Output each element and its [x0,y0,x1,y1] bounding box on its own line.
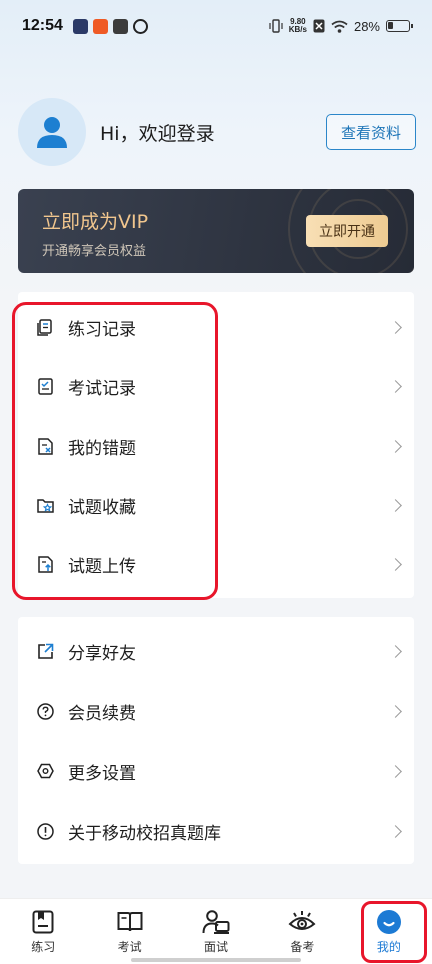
profile-face-icon [375,909,403,935]
chevron-right-icon [389,644,402,658]
battery-icon [386,20,413,32]
wifi-icon [331,20,348,33]
view-profile-button[interactable]: 查看资料 [326,114,416,150]
file-upload-icon [36,555,54,573]
records-menu-card: 练习记录 考试记录 我的错题 试题收藏 试题上传 [18,292,414,598]
exam-checklist-icon [36,377,54,395]
network-speed-unit: KB/s [288,25,307,34]
status-time: 12:54 [22,17,63,34]
menu-item-more-settings[interactable]: 更多设置 [18,743,414,799]
avatar[interactable] [18,98,86,166]
menu-item-about[interactable]: 关于移动校招真题库 [18,803,414,859]
settings-hexagon-icon [36,762,54,780]
settings-menu-card: 分享好友 会员续费 更多设置 关于移动校招真题库 [18,617,414,864]
tab-label: 我的 [376,940,401,954]
tab-exam[interactable]: 考试 [86,899,172,964]
practice-icon [29,909,57,935]
chevron-right-icon [389,704,402,718]
menu-item-question-favorites[interactable]: 试题收藏 [18,477,414,533]
tab-label: 练习 [31,940,56,954]
tab-mine[interactable]: 我的 [346,899,432,964]
menu-item-label: 会员续费 [68,703,136,724]
vibrate-icon [269,19,283,33]
vip-open-button[interactable]: 立即开通 [306,215,388,247]
menu-item-practice-records[interactable]: 练习记录 [18,299,414,355]
chevron-right-icon [389,764,402,778]
share-icon [36,642,54,660]
home-indicator [131,958,301,962]
bottom-tab-bar: 练习 考试 面试 备考 我的 [0,898,432,964]
app-notification-icon [92,18,108,34]
menu-item-label: 分享好友 [68,643,136,664]
profile-header: Hi，欢迎登录 查看资料 [18,97,416,167]
tab-preparation[interactable]: 备考 [259,899,345,964]
app-notification-icon [72,18,88,34]
status-bar: 12:54 9.80 KB/s 28% [0,0,432,52]
menu-item-membership-renewal[interactable]: 会员续费 [18,683,414,739]
help-circle-icon [36,702,54,720]
notification-icons [72,18,148,34]
info-circle-icon [36,822,54,840]
login-greeting[interactable]: Hi，欢迎登录 [100,119,215,146]
menu-item-exam-records[interactable]: 考试记录 [18,358,414,414]
document-list-icon [36,318,54,336]
menu-item-label: 试题收藏 [68,497,136,518]
exam-book-icon [116,909,144,935]
eye-prep-icon [288,909,316,935]
app-notification-icon [112,18,128,34]
folder-star-icon [36,496,54,514]
menu-item-label: 考试记录 [68,378,136,399]
menu-item-label: 关于移动校招真题库 [68,823,221,844]
chevron-right-icon [389,439,402,453]
menu-item-share-friends[interactable]: 分享好友 [18,623,414,679]
app-notification-icon [132,18,148,34]
chevron-right-icon [389,557,402,571]
interview-icon [202,909,230,935]
menu-item-question-upload[interactable]: 试题上传 [18,536,414,592]
vip-subtitle: 开通畅享会员权益 [42,244,147,259]
tab-practice[interactable]: 练习 [0,899,86,964]
chevron-right-icon [389,824,402,838]
wrong-questions-icon [36,437,54,455]
vip-banner[interactable]: 立即成为VIP 开通畅享会员权益 立即开通 [18,189,414,273]
user-icon [37,117,67,148]
menu-item-label: 更多设置 [68,763,136,784]
menu-item-wrong-questions[interactable]: 我的错题 [18,418,414,474]
menu-item-label: 我的错题 [68,438,136,459]
no-sim-icon [313,19,325,33]
tab-label: 备考 [290,940,315,954]
tab-label: 面试 [204,940,229,954]
tab-interview[interactable]: 面试 [173,899,259,964]
menu-item-label: 练习记录 [68,319,136,340]
chevron-right-icon [389,498,402,512]
battery-percent: 28% [353,18,380,34]
network-speed: 9.80 KB/s [289,18,307,34]
menu-item-label: 试题上传 [68,556,136,577]
vip-title: 立即成为VIP [42,211,149,233]
chevron-right-icon [389,320,402,334]
tab-label: 考试 [117,940,142,954]
chevron-right-icon [389,379,402,393]
